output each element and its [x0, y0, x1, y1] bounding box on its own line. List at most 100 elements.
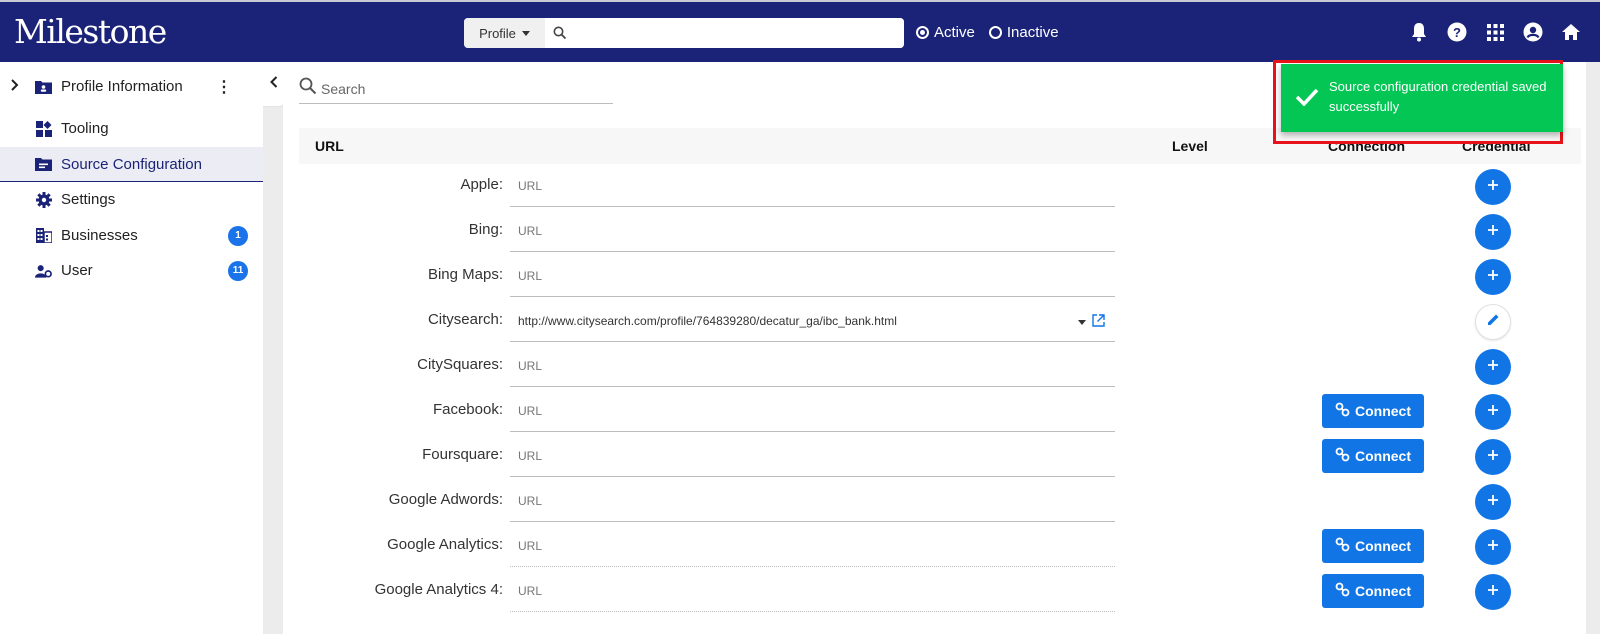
bell-icon[interactable]	[1408, 21, 1430, 43]
source-row: Apple:	[299, 165, 1581, 210]
open-external-link-icon[interactable]	[1092, 314, 1105, 332]
add-credential-button[interactable]	[1475, 259, 1511, 295]
source-name: Citysearch:	[427, 311, 503, 328]
plus-icon	[1487, 178, 1499, 196]
source-name: Bing Maps:	[427, 266, 503, 283]
radio-active-label: Active	[934, 24, 975, 41]
radio-selected-icon	[916, 26, 929, 39]
edit-credential-button[interactable]	[1475, 304, 1511, 340]
caret-down-icon	[521, 30, 530, 36]
add-credential-button[interactable]	[1475, 439, 1511, 475]
search-icon	[545, 18, 575, 48]
url-field	[510, 257, 1115, 297]
url-input[interactable]	[518, 269, 1078, 283]
source-row: Foursquare: Connect	[299, 435, 1581, 480]
add-credential-button[interactable]	[1475, 349, 1511, 385]
url-field	[510, 392, 1115, 432]
url-input[interactable]	[518, 224, 1078, 238]
source-search-input[interactable]	[321, 80, 601, 97]
home-icon[interactable]	[1560, 21, 1582, 43]
connect-button[interactable]: Connect	[1322, 394, 1424, 428]
source-row: Citysearch:	[299, 300, 1581, 345]
search-scope-label: Profile	[479, 25, 516, 41]
apps-grid-icon[interactable]	[1484, 21, 1506, 43]
link-icon	[1335, 582, 1350, 600]
source-row: Google Adwords:	[299, 480, 1581, 525]
add-credential-button[interactable]	[1475, 484, 1511, 520]
url-input[interactable]	[518, 449, 1078, 463]
sidebar-item-tooling[interactable]: Tooling	[0, 111, 263, 146]
sidebar-item-profile-information[interactable]: Profile Information ⋮	[0, 69, 263, 104]
sidebar-item-label: Source Configuration	[61, 155, 202, 173]
source-row: Bing:	[299, 210, 1581, 255]
milestone-logo[interactable]: Milestone	[14, 12, 167, 51]
url-dropdown-caret-icon[interactable]	[1078, 320, 1086, 325]
connect-label: Connect	[1355, 538, 1411, 554]
add-credential-button[interactable]	[1475, 214, 1511, 250]
sidebar-item-businesses[interactable]: Businesses 1	[0, 218, 263, 253]
radio-unselected-icon	[988, 26, 1002, 39]
add-credential-button[interactable]	[1475, 169, 1511, 205]
search-icon	[299, 77, 317, 100]
plus-icon	[1487, 538, 1499, 556]
url-input[interactable]	[518, 314, 1078, 328]
global-search-input[interactable]	[575, 18, 904, 48]
source-row: Google Analytics: Connect	[299, 525, 1581, 570]
gear-icon	[35, 191, 52, 208]
column-header-level: Level	[1172, 138, 1208, 154]
add-credential-button[interactable]	[1475, 529, 1511, 565]
add-credential-button[interactable]	[1475, 574, 1511, 610]
scrollbar[interactable]	[1586, 62, 1600, 634]
sidebar-item-label: Tooling	[61, 120, 109, 137]
connect-button[interactable]: Connect	[1322, 439, 1424, 473]
url-input[interactable]	[518, 359, 1078, 373]
sidebar: Profile Information ⋮ Tooling Source Con…	[0, 62, 263, 634]
sidebar-item-settings[interactable]: Settings	[0, 182, 263, 217]
source-name: CitySquares:	[417, 356, 503, 373]
source-row: CitySquares:	[299, 345, 1581, 390]
link-icon	[1335, 447, 1350, 465]
add-credential-button[interactable]	[1475, 394, 1511, 430]
source-name: Google Analytics:	[387, 536, 503, 553]
url-input[interactable]	[518, 494, 1078, 508]
radio-inactive-label: Inactive	[1006, 24, 1059, 41]
collapse-sidebar-button[interactable]	[263, 62, 285, 107]
url-field	[510, 572, 1115, 612]
radio-active[interactable]: Active	[916, 24, 975, 41]
plus-icon	[1487, 493, 1499, 511]
sidebar-item-label: Profile Information	[61, 78, 183, 95]
source-row: Facebook: Connect	[299, 390, 1581, 435]
plus-icon	[1487, 223, 1499, 241]
url-input[interactable]	[518, 179, 1078, 193]
connect-label: Connect	[1355, 583, 1411, 599]
plus-icon	[1487, 583, 1499, 601]
link-icon	[1335, 402, 1350, 420]
url-field	[510, 167, 1115, 207]
column-header-url: URL	[315, 138, 344, 154]
url-field	[510, 527, 1115, 567]
url-field	[510, 212, 1115, 252]
source-configuration-panel: URL Level Connection Credential Apple: B…	[283, 62, 1586, 634]
more-vert-icon[interactable]: ⋮	[216, 77, 232, 97]
top-header: Milestone Profile Active Inactive ?	[0, 0, 1600, 62]
account-icon[interactable]	[1522, 21, 1544, 43]
url-input[interactable]	[518, 584, 1078, 598]
source-name: Google Analytics 4:	[374, 581, 503, 598]
help-icon[interactable]: ?	[1446, 21, 1468, 43]
sidebar-item-user[interactable]: User 11	[0, 253, 263, 288]
sidebar-item-label: Businesses	[61, 227, 138, 244]
building-icon	[35, 227, 52, 244]
plus-icon	[1487, 403, 1499, 421]
search-scope-dropdown[interactable]: Profile	[464, 18, 545, 48]
radio-inactive[interactable]: Inactive	[988, 24, 1059, 41]
url-input[interactable]	[518, 404, 1078, 418]
chevron-left-icon	[269, 75, 278, 93]
source-search	[299, 74, 613, 104]
connect-button[interactable]: Connect	[1322, 574, 1424, 608]
connect-button[interactable]: Connect	[1322, 529, 1424, 563]
sidebar-item-source-configuration[interactable]: Source Configuration	[0, 147, 263, 182]
source-name: Foursquare:	[422, 446, 503, 463]
chevron-right-icon[interactable]	[10, 78, 20, 95]
url-input[interactable]	[518, 539, 1078, 553]
connect-label: Connect	[1355, 403, 1411, 419]
